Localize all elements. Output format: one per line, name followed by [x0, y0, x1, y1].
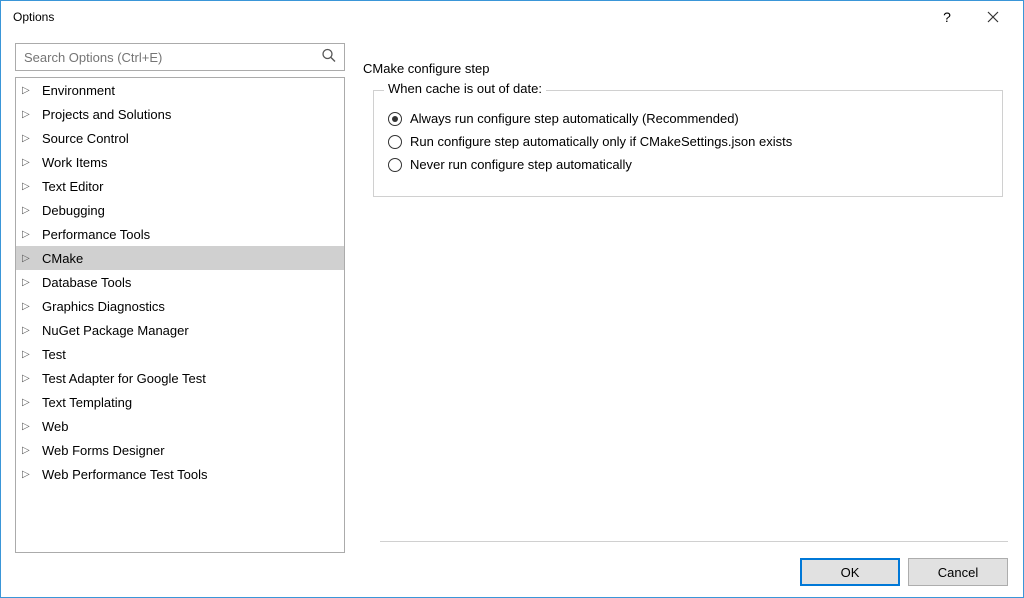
tree-item-label: Test Adapter for Google Test — [42, 371, 206, 386]
expand-arrow-icon: ▷ — [22, 373, 36, 384]
tree-item-label: Text Editor — [42, 179, 103, 194]
radio-option-0[interactable]: Always run configure step automatically … — [388, 111, 988, 126]
tree-item-label: Test — [42, 347, 66, 362]
radio-icon — [388, 112, 402, 126]
tree-item-text-editor[interactable]: ▷ Text Editor — [16, 174, 344, 198]
tree-item-nuget-package-manager[interactable]: ▷ NuGet Package Manager — [16, 318, 344, 342]
close-button[interactable] — [971, 2, 1015, 32]
group-legend: When cache is out of date: — [384, 81, 546, 96]
close-icon — [987, 11, 999, 23]
tree-item-label: Debugging — [42, 203, 105, 218]
tree-item-graphics-diagnostics[interactable]: ▷ Graphics Diagnostics — [16, 294, 344, 318]
expand-arrow-icon: ▷ — [22, 325, 36, 336]
titlebar: Options ? — [1, 1, 1023, 33]
tree-item-cmake[interactable]: ▷ CMake — [16, 246, 344, 270]
expand-arrow-icon: ▷ — [22, 421, 36, 432]
footer-divider — [380, 541, 1008, 542]
expand-arrow-icon: ▷ — [22, 469, 36, 480]
tree-item-label: Database Tools — [42, 275, 131, 290]
tree-item-debugging[interactable]: ▷ Debugging — [16, 198, 344, 222]
tree-item-label: Performance Tools — [42, 227, 150, 242]
tree-item-label: CMake — [42, 251, 83, 266]
tree-item-test-adapter-for-google-test[interactable]: ▷ Test Adapter for Google Test — [16, 366, 344, 390]
expand-arrow-icon: ▷ — [22, 85, 36, 96]
tree-item-work-items[interactable]: ▷ Work Items — [16, 150, 344, 174]
radio-icon — [388, 135, 402, 149]
tree-scroll[interactable]: ▷ Environment ▷ Projects and Solutions ▷ Sour… — [16, 78, 344, 552]
radio-label: Never run configure step automatically — [410, 157, 632, 172]
expand-arrow-icon: ▷ — [22, 253, 36, 264]
search-input[interactable] — [15, 43, 345, 71]
tree-item-label: Web Forms Designer — [42, 443, 165, 458]
ok-button[interactable]: OK — [800, 558, 900, 586]
tree-item-label: Work Items — [42, 155, 108, 170]
tree-item-label: NuGet Package Manager — [42, 323, 189, 338]
search-wrap — [15, 43, 345, 71]
tree-item-label: Source Control — [42, 131, 129, 146]
radio-option-1[interactable]: Run configure step automatically only if… — [388, 134, 988, 149]
expand-arrow-icon: ▷ — [22, 205, 36, 216]
tree-item-environment[interactable]: ▷ Environment — [16, 78, 344, 102]
tree-item-performance-tools[interactable]: ▷ Performance Tools — [16, 222, 344, 246]
radio-label: Always run configure step automatically … — [410, 111, 739, 126]
tree-item-web[interactable]: ▷ Web — [16, 414, 344, 438]
tree-item-label: Web Performance Test Tools — [42, 467, 207, 482]
tree-item-label: Text Templating — [42, 395, 132, 410]
help-icon: ? — [943, 9, 951, 25]
tree-item-text-templating[interactable]: ▷ Text Templating — [16, 390, 344, 414]
options-tree: ▷ Environment ▷ Projects and Solutions ▷ Sour… — [15, 77, 345, 553]
tree-item-source-control[interactable]: ▷ Source Control — [16, 126, 344, 150]
expand-arrow-icon: ▷ — [22, 157, 36, 168]
expand-arrow-icon: ▷ — [22, 349, 36, 360]
expand-arrow-icon: ▷ — [22, 181, 36, 192]
radio-option-2[interactable]: Never run configure step automatically — [388, 157, 988, 172]
radio-label: Run configure step automatically only if… — [410, 134, 792, 149]
panel-header: CMake configure step — [361, 61, 1009, 76]
tree-item-label: Projects and Solutions — [42, 107, 171, 122]
tree-item-projects-and-solutions[interactable]: ▷ Projects and Solutions — [16, 102, 344, 126]
help-button[interactable]: ? — [925, 2, 969, 32]
radio-icon — [388, 158, 402, 172]
window-title: Options — [9, 10, 925, 24]
expand-arrow-icon: ▷ — [22, 445, 36, 456]
tree-item-test[interactable]: ▷ Test — [16, 342, 344, 366]
tree-item-web-performance-test-tools[interactable]: ▷ Web Performance Test Tools — [16, 462, 344, 486]
tree-item-label: Environment — [42, 83, 115, 98]
dialog-footer: OK Cancel — [800, 548, 1008, 586]
expand-arrow-icon: ▷ — [22, 277, 36, 288]
tree-item-web-forms-designer[interactable]: ▷ Web Forms Designer — [16, 438, 344, 462]
expand-arrow-icon: ▷ — [22, 109, 36, 120]
expand-arrow-icon: ▷ — [22, 397, 36, 408]
cancel-button[interactable]: Cancel — [908, 558, 1008, 586]
expand-arrow-icon: ▷ — [22, 301, 36, 312]
tree-item-database-tools[interactable]: ▷ Database Tools — [16, 270, 344, 294]
expand-arrow-icon: ▷ — [22, 229, 36, 240]
cache-group: When cache is out of date: Always run co… — [373, 90, 1003, 197]
tree-item-label: Web — [42, 419, 69, 434]
expand-arrow-icon: ▷ — [22, 133, 36, 144]
tree-item-label: Graphics Diagnostics — [42, 299, 165, 314]
